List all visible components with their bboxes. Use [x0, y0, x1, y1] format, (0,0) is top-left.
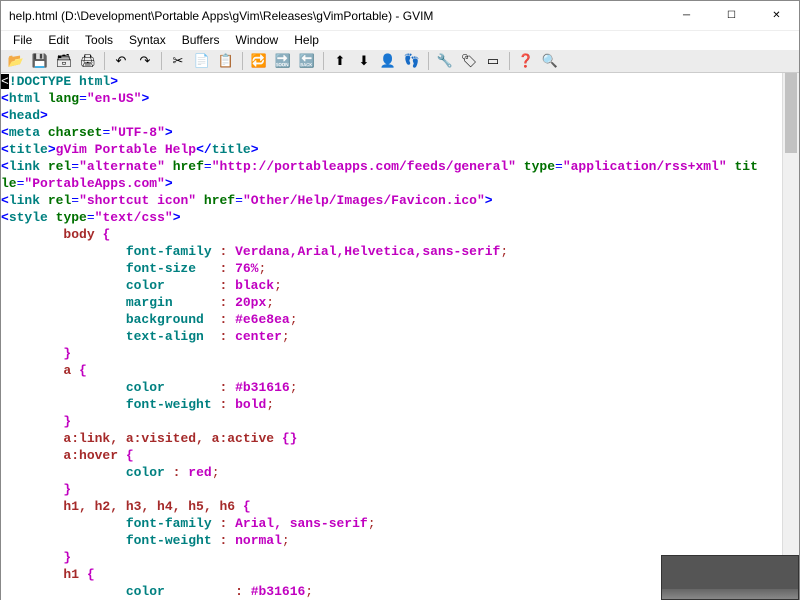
menubar: File Edit Tools Syntax Buffers Window He… — [1, 31, 799, 49]
open-icon[interactable]: 📂 — [5, 50, 27, 72]
menu-help[interactable]: Help — [286, 31, 327, 49]
toolbar-separator — [428, 52, 429, 70]
findprev-icon[interactable]: 🔙 — [296, 50, 318, 72]
toolbar-separator — [323, 52, 324, 70]
menu-file[interactable]: File — [5, 31, 40, 49]
print-icon[interactable]: 🖨 — [77, 50, 99, 72]
cut-icon[interactable]: ✂ — [167, 50, 189, 72]
minimap[interactable] — [661, 555, 799, 600]
copy-icon[interactable]: 📄 — [191, 50, 213, 72]
saveall-icon[interactable]: 🗃 — [53, 50, 75, 72]
make-icon[interactable]: 👣 — [401, 50, 423, 72]
menu-window[interactable]: Window — [228, 31, 287, 49]
titlebar: help.html (D:\Development\Portable Apps\… — [1, 1, 799, 31]
toolbar-separator — [161, 52, 162, 70]
scroll-thumb[interactable] — [785, 73, 797, 153]
savesess-icon[interactable]: ⬇ — [353, 50, 375, 72]
shell-icon[interactable]: 🔧 — [434, 50, 456, 72]
minimap-wave — [662, 589, 798, 599]
toolbar-separator — [104, 52, 105, 70]
redo-icon[interactable]: ↷ — [134, 50, 156, 72]
ctags-icon[interactable]: 🏷 — [458, 50, 480, 72]
paste-icon[interactable]: 📋 — [215, 50, 237, 72]
findhelp-icon[interactable]: 🔍 — [539, 50, 561, 72]
undo-icon[interactable]: ↶ — [110, 50, 132, 72]
runscript-icon[interactable]: 👤 — [377, 50, 399, 72]
toolbar-separator — [509, 52, 510, 70]
replace-icon[interactable]: 🔁 — [248, 50, 270, 72]
text-editor[interactable]: <!DOCTYPE html> <html lang="en-US"> <hea… — [1, 73, 782, 600]
menu-syntax[interactable]: Syntax — [121, 31, 174, 49]
menu-tools[interactable]: Tools — [77, 31, 121, 49]
save-icon[interactable]: 💾 — [29, 50, 51, 72]
toolbar: 📂 💾 🗃 🖨 ↶ ↷ ✂ 📄 📋 🔁 🔜 🔙 ⬆ ⬇ 👤 👣 🔧 🏷 ▭ ❓ … — [1, 49, 799, 73]
menu-edit[interactable]: Edit — [40, 31, 77, 49]
window-controls: ─ ☐ ✕ — [664, 1, 799, 31]
window-title: help.html (D:\Development\Portable Apps\… — [9, 9, 664, 23]
toolbar-separator — [242, 52, 243, 70]
minimize-button[interactable]: ─ — [664, 1, 709, 31]
findnext-icon[interactable]: 🔜 — [272, 50, 294, 72]
maximize-button[interactable]: ☐ — [709, 1, 754, 31]
tag-icon[interactable]: ▭ — [482, 50, 504, 72]
doctype: !DOCTYPE html — [9, 74, 110, 89]
help-icon[interactable]: ❓ — [515, 50, 537, 72]
loadsess-icon[interactable]: ⬆ — [329, 50, 351, 72]
close-button[interactable]: ✕ — [754, 1, 799, 31]
scrollbar[interactable] — [782, 73, 799, 600]
editor-area: <!DOCTYPE html> <html lang="en-US"> <hea… — [1, 73, 799, 600]
menu-buffers[interactable]: Buffers — [174, 31, 228, 49]
app-window: help.html (D:\Development\Portable Apps\… — [0, 0, 800, 600]
